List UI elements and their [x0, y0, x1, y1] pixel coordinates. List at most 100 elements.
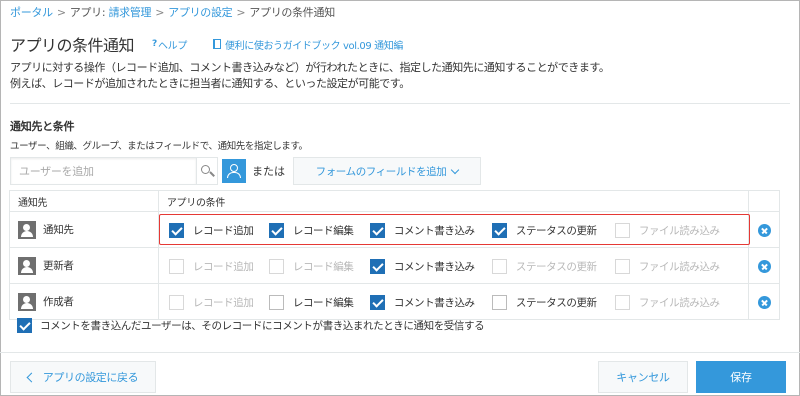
title-row: アプリの条件通知 ? ヘルプ 便利に使おうガイドブック vol.09 通知編 [10, 33, 403, 55]
recipient-cell: 更新者 [9, 247, 159, 284]
table-row: 作成者 レコード追加 レコード編集 コメント書き込み ステータスの更新 ファイル読み込み [9, 283, 780, 320]
condition-label: ステータスの更新 [515, 224, 597, 237]
condition-checkbox[interactable] [491, 294, 507, 310]
condition-option: ファイル読み込み [614, 293, 720, 311]
condition-checkbox [614, 258, 630, 274]
condition-checkbox [268, 258, 284, 274]
condition-option[interactable]: コメント書き込み [369, 221, 475, 239]
condition-label: コメント書き込み [393, 224, 475, 237]
condition-option: ステータスの更新 [491, 257, 597, 275]
condition-checkbox [168, 258, 184, 274]
conditions-cell: レコード追加 レコード編集 コメント書き込み ステータスの更新 ファイル読み込み [157, 247, 750, 284]
condition-checkbox [168, 294, 184, 310]
delete-cell [748, 283, 780, 320]
book-icon [213, 39, 222, 49]
remove-recipient-icon[interactable] [757, 260, 771, 273]
help-link[interactable]: ? ヘルプ [152, 37, 187, 52]
condition-option[interactable]: レコード編集 [268, 293, 354, 311]
comment-notify-checkbox[interactable] [17, 317, 32, 333]
breadcrumb-app-name[interactable]: 請求管理 [108, 6, 151, 19]
table-row: 通知先 レコード追加 レコード編集 コメント書き込み ステータスの更新 ファイル読み込み [9, 211, 780, 248]
condition-option[interactable]: レコード追加 [168, 221, 254, 239]
condition-label: レコード追加 [192, 296, 254, 309]
condition-checkbox[interactable] [268, 294, 284, 310]
condition-option[interactable]: ステータスの更新 [491, 221, 597, 239]
search-icon [201, 165, 215, 177]
breadcrumb-app-settings[interactable]: アプリの設定 [168, 6, 233, 19]
section-description: ユーザー、組織、グループ、またはフィールドで、通知先を指定します。 [10, 141, 308, 152]
condition-option: レコード追加 [168, 293, 254, 311]
breadcrumb-current: アプリの条件通知 [249, 6, 335, 19]
footer-divider [0, 352, 800, 353]
condition-option[interactable]: ステータスの更新 [491, 293, 597, 311]
description-line: アプリに対する操作（レコード追加、コメント書き込みなど）が行われたときに、指定し… [10, 61, 610, 74]
table-header-row: 通知先 アプリの条件 [9, 190, 780, 212]
condition-label: ファイル読み込み [638, 260, 720, 273]
user-icon [18, 220, 36, 239]
recipient-cell: 通知先 [9, 211, 159, 248]
conditions-cell: レコード追加 レコード編集 コメント書き込み ステータスの更新 ファイル読み込み [157, 211, 750, 248]
recipient: 更新者 [10, 256, 158, 275]
condition-option: レコード追加 [168, 257, 254, 275]
recipient: 通知先 [10, 220, 158, 239]
breadcrumb-separator: > [155, 6, 165, 19]
recipient-label: 更新者 [43, 260, 74, 272]
header-recipient: 通知先 [9, 190, 159, 212]
condition-label: ファイル読み込み [638, 224, 720, 237]
or-label: または [252, 165, 285, 178]
condition-option: ファイル読み込み [614, 257, 720, 275]
condition-checkbox[interactable] [369, 258, 385, 274]
chevron-down-icon [451, 165, 460, 174]
user-icon [18, 256, 36, 275]
breadcrumb: ポータル > アプリ: 請求管理 > アプリの設定 > アプリの条件通知 [10, 6, 335, 20]
condition-option[interactable]: コメント書き込み [369, 293, 475, 311]
guidebook-link[interactable]: 便利に使おうガイドブック vol.09 通知編 [213, 37, 403, 52]
condition-checkbox[interactable] [369, 222, 385, 238]
table-row: 更新者 レコード追加 レコード編集 コメント書き込み ステータスの更新 ファイル読み込み [9, 247, 780, 284]
notification-conditions-table: 通知先 アプリの条件 通知先 レコード追加 レコード編集 コメント書き込み ステータスの… [9, 190, 780, 320]
page-description: アプリに対する操作（レコード追加、コメント書き込みなど）が行われたときに、指定し… [10, 60, 610, 92]
remove-recipient-icon[interactable] [757, 296, 771, 309]
recipient-search-row: または フォームのフィールドを追加 [10, 157, 481, 185]
breadcrumb-portal[interactable]: ポータル [10, 6, 53, 19]
condition-checkbox[interactable] [491, 222, 507, 238]
condition-label: ステータスの更新 [515, 260, 597, 273]
condition-label: ステータスの更新 [515, 296, 597, 309]
condition-option[interactable]: レコード編集 [268, 221, 354, 239]
condition-option[interactable]: コメント書き込み [369, 257, 475, 275]
help-icon: ? [152, 39, 157, 49]
remove-recipient-icon[interactable] [757, 224, 771, 237]
comment-notify-label: コメントを書き込んだユーザーは、そのレコードにコメントが書き込まれたときに通知を… [40, 319, 485, 332]
condition-label: ファイル読み込み [638, 296, 720, 309]
condition-checkbox[interactable] [268, 222, 284, 238]
condition-checkbox [491, 258, 507, 274]
divider [10, 103, 790, 104]
breadcrumb-app-prefix: アプリ: [69, 6, 109, 19]
back-to-app-settings-button[interactable]: アプリの設定に戻る [10, 361, 156, 393]
add-form-field-dropdown[interactable]: フォームのフィールドを追加 [293, 157, 481, 185]
condition-checkbox[interactable] [369, 294, 385, 310]
condition-label: レコード追加 [192, 260, 254, 273]
condition-label: コメント書き込み [393, 296, 475, 309]
condition-label: レコード編集 [292, 260, 354, 273]
recipient: 作成者 [10, 292, 158, 311]
user-search-input[interactable] [10, 157, 196, 185]
condition-checkbox[interactable] [168, 222, 184, 238]
delete-cell [748, 211, 780, 248]
condition-label: レコード編集 [292, 224, 354, 237]
organization-select-button[interactable] [222, 159, 246, 183]
conditions-cell: レコード追加 レコード編集 コメント書き込み ステータスの更新 ファイル読み込み [157, 283, 750, 320]
help-label: ヘルプ [157, 40, 188, 52]
organization-select-icon [227, 164, 241, 178]
condition-label: コメント書き込み [393, 260, 475, 273]
header-conditions: アプリの条件 [157, 190, 750, 212]
condition-option: ファイル読み込み [614, 221, 720, 239]
condition-checkbox [614, 294, 630, 310]
cancel-button[interactable]: キャンセル [598, 361, 688, 393]
save-button[interactable]: 保存 [696, 361, 786, 393]
page-title: アプリの条件通知 [10, 36, 135, 55]
description-line: 例えば、レコードが追加されたときに担当者に通知する、といった設定が可能です。 [10, 77, 410, 90]
user-search-button[interactable] [196, 157, 218, 185]
comment-notify-option[interactable]: コメントを書き込んだユーザーは、そのレコードにコメントが書き込まれたときに通知を… [17, 317, 485, 333]
recipient-cell: 作成者 [9, 283, 159, 320]
